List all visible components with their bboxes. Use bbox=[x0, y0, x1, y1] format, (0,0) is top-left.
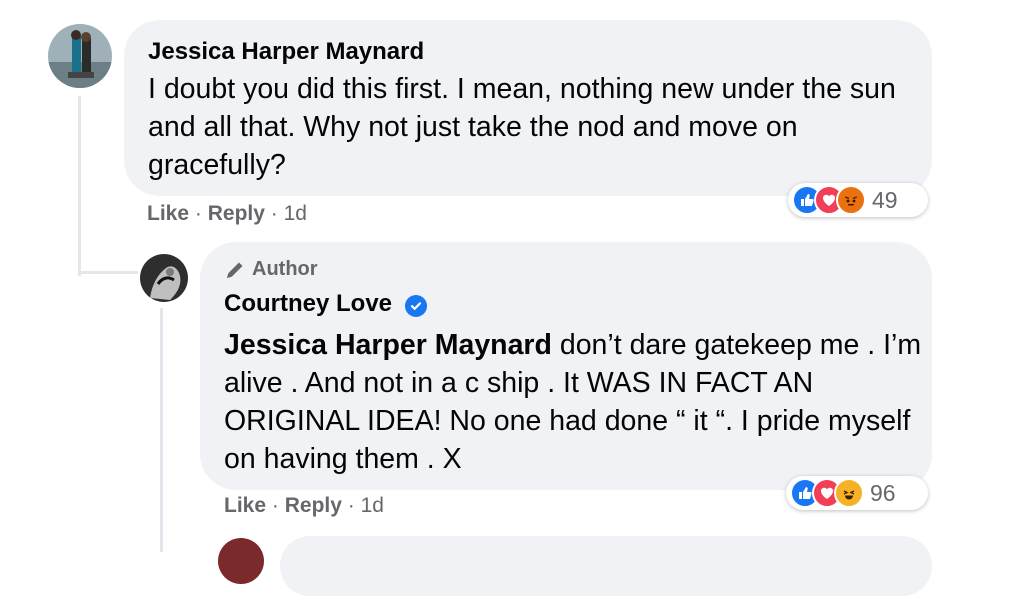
mention-link[interactable]: Jessica Harper Maynard bbox=[224, 329, 552, 361]
reply-button[interactable]: Reply bbox=[285, 494, 342, 517]
reaction-count: 96 bbox=[870, 479, 896, 506]
haha-icon bbox=[834, 478, 864, 508]
thread-line-branch bbox=[78, 271, 138, 274]
pencil-icon bbox=[224, 259, 246, 281]
reply-text: Jessica Harper Maynard don’t dare gateke… bbox=[224, 329, 922, 475]
reply-bubble: Author Courtney Love Jessica Harper Mayn… bbox=[200, 242, 932, 490]
reactions-summary[interactable]: 96 bbox=[786, 476, 928, 510]
reaction-count: 49 bbox=[872, 186, 898, 213]
reply-author-row: Courtney Love bbox=[224, 290, 427, 318]
comment-bubble: Jessica Harper Maynard I doubt you did t… bbox=[124, 20, 932, 196]
comment-author[interactable]: Jessica Harper Maynard bbox=[148, 38, 424, 66]
verified-badge-icon bbox=[404, 295, 427, 317]
author-badge: Author bbox=[224, 258, 318, 281]
avatar-next-reply[interactable] bbox=[218, 538, 264, 584]
reply-author[interactable]: Courtney Love bbox=[224, 290, 392, 317]
like-button[interactable]: Like bbox=[224, 494, 266, 517]
thread-line-reply bbox=[160, 308, 163, 552]
avatar-jessica[interactable] bbox=[48, 24, 112, 88]
comment-actions: Like · Reply · 1d bbox=[147, 202, 307, 225]
reactions-summary[interactable]: 49 bbox=[788, 183, 928, 217]
reply-actions: Like · Reply · 1d bbox=[224, 494, 384, 517]
avatar-courtney[interactable] bbox=[140, 254, 188, 302]
reply-button[interactable]: Reply bbox=[208, 202, 265, 225]
comment-text: I doubt you did this first. I mean, noth… bbox=[148, 73, 896, 181]
reply-timestamp[interactable]: 1d bbox=[361, 494, 384, 517]
next-reply-bubble bbox=[280, 536, 932, 596]
like-button[interactable]: Like bbox=[147, 202, 189, 225]
angry-icon bbox=[836, 185, 866, 215]
comment-timestamp[interactable]: 1d bbox=[284, 202, 307, 225]
thread-line-main bbox=[78, 96, 81, 276]
